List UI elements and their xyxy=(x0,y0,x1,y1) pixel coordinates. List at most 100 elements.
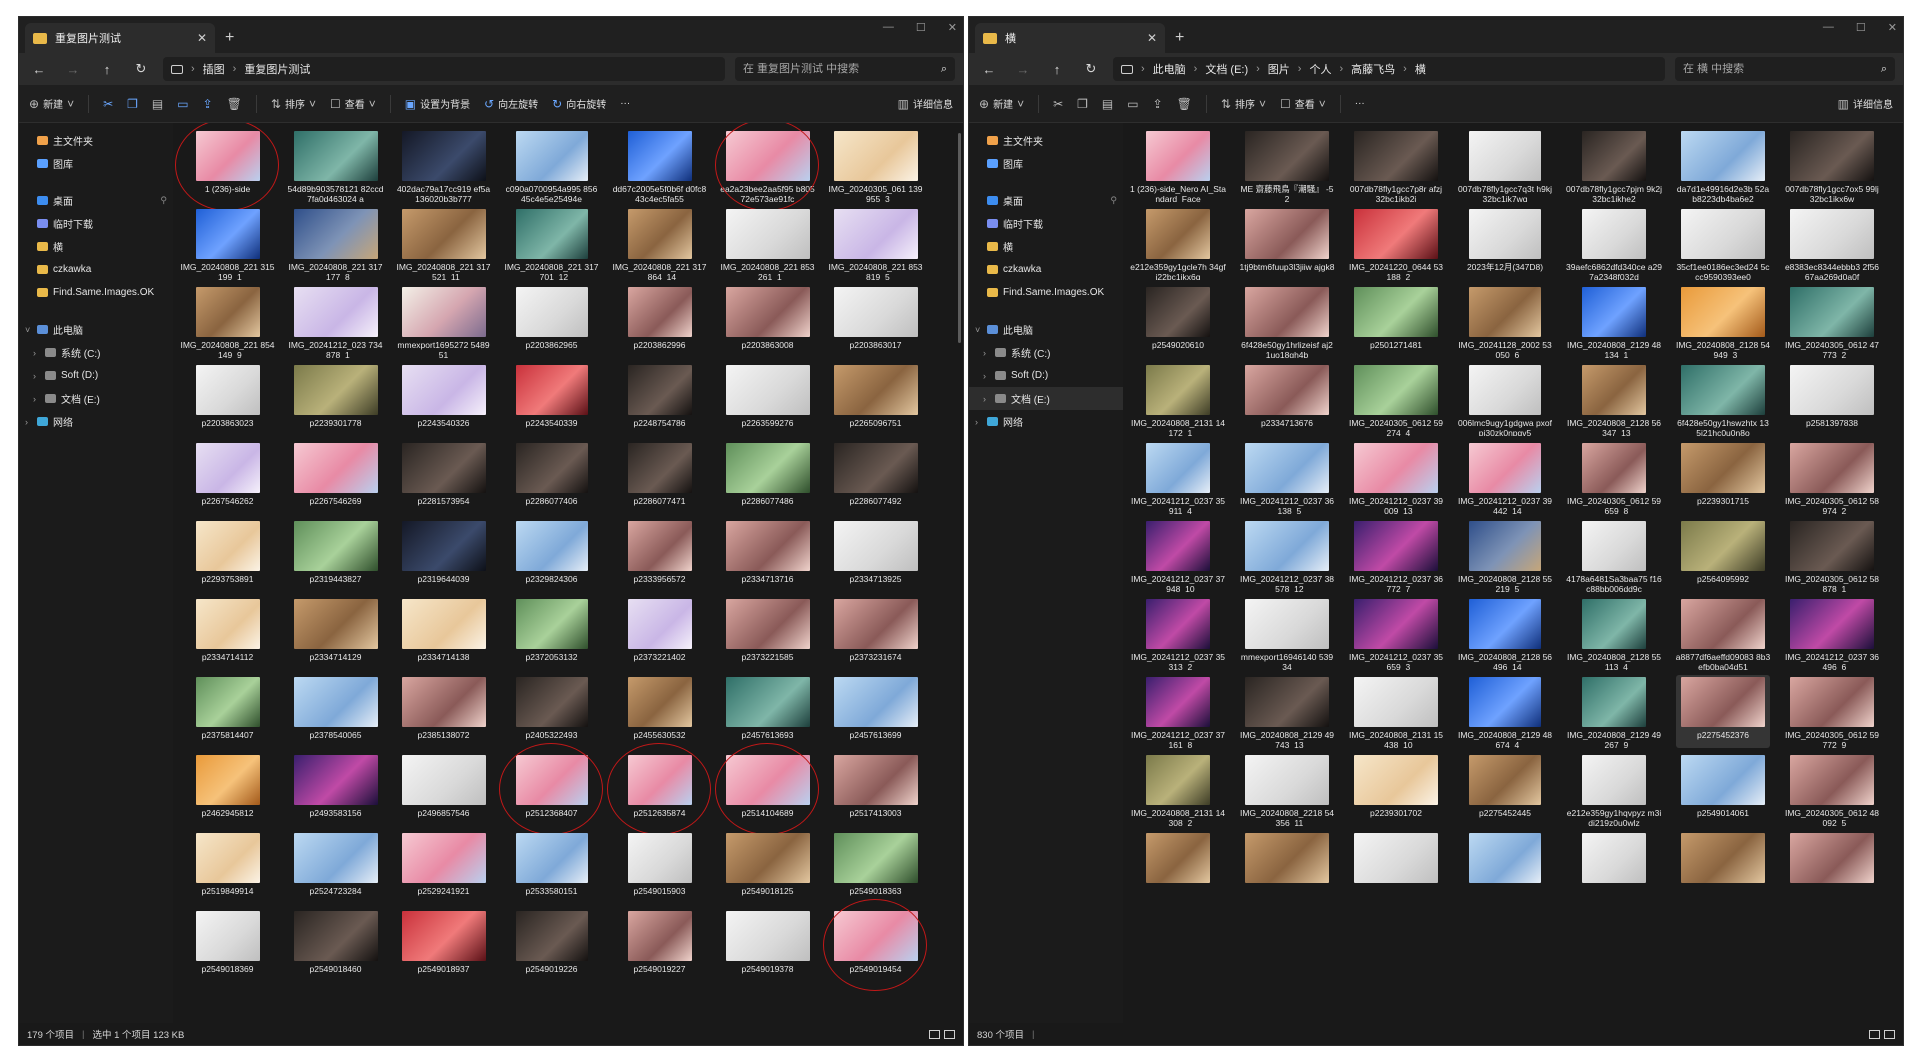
minimize-icon[interactable]: — xyxy=(1823,21,1834,34)
breadcrumb-item[interactable]: 图片 xyxy=(1268,61,1290,77)
image-file-item[interactable]: p2275452376 xyxy=(1676,675,1770,748)
sort-button[interactable]: ⇅ 排序 ˅ xyxy=(271,96,316,112)
sidebar-item[interactable]: › Soft (D:) xyxy=(19,364,173,387)
image-file-item[interactable]: p2248754786 xyxy=(613,363,706,436)
sidebar-item[interactable]: › 文档 (E:) xyxy=(19,387,173,410)
image-file-item[interactable]: p2239301778 xyxy=(289,363,382,436)
image-file-item[interactable]: p2549014061 xyxy=(1676,753,1770,826)
sidebar-item[interactable]: czkawka xyxy=(969,258,1123,281)
image-file-item[interactable]: p2286077486 xyxy=(721,441,814,514)
image-file-item[interactable]: 006lmc9ugy1gdgwa pxofpj30zk0npqv5 xyxy=(1458,363,1552,436)
refresh-button[interactable]: ↻ xyxy=(129,61,153,77)
image-file-item[interactable]: 007db78fly1gcc7ox5 99lj32bc1jkx6w xyxy=(1785,129,1879,202)
image-file-item[interactable]: IMG_20241212_0237 38_578_12 xyxy=(1240,519,1334,592)
image-file-item[interactable]: p2549019226 xyxy=(505,909,598,982)
chevron-right-icon[interactable]: › xyxy=(25,417,28,427)
image-file-item[interactable]: mmexport16946140 53934 xyxy=(1240,597,1334,670)
image-file-item[interactable]: 007db78fly1gcc7p8r afzj32bc1jkb2j xyxy=(1349,129,1443,202)
image-file-item[interactable]: 4178a6481Sa3baa75 f16c88bb006dd9c xyxy=(1566,519,1662,592)
image-file-item[interactable]: IMG_20240808_221 315_199_1 xyxy=(180,207,275,280)
maximize-icon[interactable]: ☐ xyxy=(916,21,926,34)
image-file-item[interactable]: p2239301715 xyxy=(1676,441,1770,514)
image-file-item[interactable] xyxy=(1349,831,1443,904)
image-file-item[interactable]: p2549018369 xyxy=(181,909,274,982)
image-file-item[interactable]: p2281573954 xyxy=(397,441,490,514)
back-button[interactable]: ← xyxy=(977,62,1001,77)
image-file-item[interactable]: p2267546262 xyxy=(181,441,274,514)
rotate-left-button[interactable]: ↺ 向左旋转 xyxy=(484,96,538,112)
search-icon[interactable]: ⌕ xyxy=(1881,63,1887,76)
image-file-item[interactable]: da7d1e49916d2e3b 52ab8223db4ba6e2 xyxy=(1676,129,1770,202)
image-file-item[interactable]: p2334714112 xyxy=(181,597,274,670)
up-button[interactable]: ↑ xyxy=(95,62,119,77)
image-file-item[interactable]: IMG_20240305_0612 59_772_9 xyxy=(1785,675,1879,748)
image-file-item[interactable]: p2373221585 xyxy=(721,597,814,670)
image-file-item[interactable]: p2203862965 xyxy=(505,285,598,358)
image-file-item[interactable]: 007db78fly1gcc7q3t h9kj32bc1jk7wq xyxy=(1458,129,1552,202)
chevron-right-icon[interactable]: › xyxy=(975,417,978,427)
image-file-item[interactable]: p2239301702 xyxy=(1349,753,1443,826)
image-file-item[interactable]: p2549018125 xyxy=(721,831,814,904)
image-file-item[interactable]: IMG_20240808_2131 14_308_2 xyxy=(1131,753,1225,826)
forward-button[interactable]: → xyxy=(1011,62,1035,77)
image-file-item[interactable]: p2293753891 xyxy=(181,519,274,592)
image-file-item[interactable]: IMG_20240808_2129 49_267_9 xyxy=(1567,675,1661,748)
image-file-item[interactable]: p2501271481 xyxy=(1349,285,1443,358)
paste-button[interactable]: ▤ xyxy=(1102,97,1113,111)
image-file-item[interactable]: p2514104689 xyxy=(715,743,819,835)
image-file-item[interactable]: IMG_20240808_221 317_864_14 xyxy=(612,207,707,280)
image-file-item[interactable]: p2334713925 xyxy=(829,519,922,592)
image-file-item[interactable]: IMG_20240808_2131 14_172_1 xyxy=(1131,363,1225,436)
breadcrumb-item[interactable]: 文档 (E:) xyxy=(1205,61,1248,77)
image-file-item[interactable]: IMG_20241212_0237 39_442_14 xyxy=(1458,441,1552,514)
image-file-item[interactable]: p2334714138 xyxy=(397,597,490,670)
image-file-item[interactable]: IMG_20240305_0612 59_274_4 xyxy=(1349,363,1443,436)
image-file-item[interactable]: p2378540065 xyxy=(289,675,382,748)
image-file-item[interactable]: IMG_20240808_221 853_261_1 xyxy=(720,207,815,280)
image-file-item[interactable]: p2385138072 xyxy=(397,675,490,748)
image-file-item[interactable]: IMG_20241212_0237 35_911_4 xyxy=(1131,441,1225,514)
image-file-item[interactable]: p2512368407 xyxy=(499,743,603,835)
image-file-item[interactable]: p2275452445 xyxy=(1458,753,1552,826)
sidebar-item[interactable]: 桌面 ⚲ xyxy=(19,189,173,212)
image-file-item[interactable]: 1 (236)-side_Nero AI_Standard_Face xyxy=(1130,129,1226,202)
delete-button[interactable]: 🗑 xyxy=(227,97,242,111)
search-input[interactable] xyxy=(743,63,923,75)
set-background-button[interactable]: ▣ 设置为背景 xyxy=(405,96,470,112)
image-file-item[interactable]: IMG_20241212_0237 35_659_3 xyxy=(1349,597,1443,670)
window-tab[interactable]: 重复图片测试 ✕ xyxy=(25,23,215,53)
image-file-item[interactable]: IMG_20241212_0237 36_496_6 xyxy=(1785,597,1879,670)
new-button[interactable]: ⊕ 新建 ˅ xyxy=(979,96,1024,112)
image-file-item[interactable]: p2334713716 xyxy=(721,519,814,592)
image-file-item[interactable]: IMG_20241212_0237 36_138_5 xyxy=(1240,441,1334,514)
search-icon[interactable]: ⌕ xyxy=(941,63,947,76)
image-file-item[interactable]: p2524723284 xyxy=(289,831,382,904)
image-file-item[interactable]: p2267546269 xyxy=(289,441,382,514)
image-file-item[interactable] xyxy=(1785,831,1879,904)
image-file-item[interactable]: p2319644039 xyxy=(397,519,490,592)
image-file-item[interactable]: p2549019378 xyxy=(721,909,814,982)
image-file-item[interactable] xyxy=(1240,831,1334,904)
breadcrumb-item[interactable]: 重复图片测试 xyxy=(244,61,310,77)
image-file-item[interactable]: IMG_20241212_0237 36_772_7 xyxy=(1349,519,1443,592)
share-button[interactable]: ⇪ xyxy=(203,97,213,111)
image-file-item[interactable]: mmexport1695272 548951 xyxy=(397,285,490,358)
chevron-right-icon[interactable]: › xyxy=(983,371,986,381)
delete-button[interactable]: 🗑 xyxy=(1177,97,1192,111)
image-file-item[interactable]: p2549015903 xyxy=(613,831,706,904)
image-file-item[interactable]: IMG_20240808_2129 48_674_4 xyxy=(1458,675,1552,748)
details-view-icon[interactable] xyxy=(1869,1029,1880,1039)
image-file-item[interactable]: IMG_20240808_2128 54_949_3 xyxy=(1676,285,1770,358)
breadcrumb-item[interactable]: 高藤飞鸟 xyxy=(1351,61,1395,77)
details-pane-button[interactable]: ▥ 详细信息 xyxy=(898,96,953,112)
sidebar-item[interactable]: ˅ 此电脑 xyxy=(969,318,1123,341)
image-file-item[interactable]: p2373231674 xyxy=(829,597,922,670)
image-file-item[interactable]: IMG_20240808_2128 56_496_14 xyxy=(1458,597,1552,670)
breadcrumb-item[interactable]: 个人 xyxy=(1309,61,1331,77)
image-file-item[interactable]: p2512635874 xyxy=(607,743,711,835)
up-button[interactable]: ↑ xyxy=(1045,62,1069,77)
image-file-item[interactable]: IMG_20240808_221 853_819_5 xyxy=(828,207,923,280)
image-file-item[interactable]: IMG_20241220_0644 53_188_2 xyxy=(1349,207,1443,280)
image-file-item[interactable]: p2549018363 xyxy=(829,831,922,904)
image-file-item[interactable] xyxy=(1676,831,1770,904)
